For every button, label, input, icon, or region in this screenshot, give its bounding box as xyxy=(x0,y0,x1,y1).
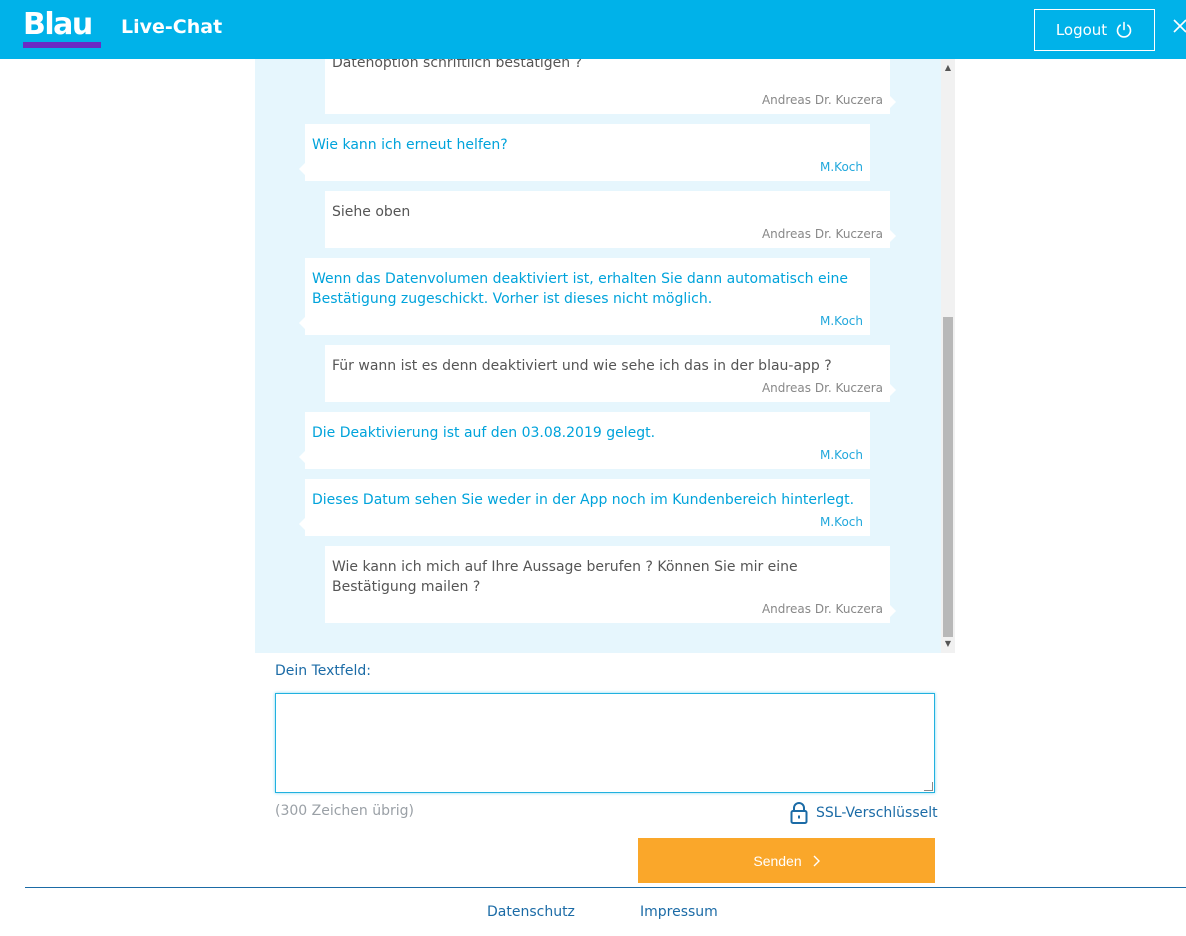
chat-message-user: Wie kann ich mich auf Ihre Aussage beruf… xyxy=(325,546,896,623)
message-text: Datenoption schriftlich bestätigen ? xyxy=(332,59,583,71)
scroll-up-arrow-icon[interactable]: ▲ xyxy=(941,61,955,75)
logout-button[interactable]: Logout xyxy=(1034,9,1155,51)
message-author: Andreas Dr. Kuczera xyxy=(761,93,883,107)
imprint-link[interactable]: Impressum xyxy=(640,904,718,920)
send-button[interactable]: Senden xyxy=(638,838,935,883)
message-text: Siehe oben xyxy=(332,204,411,220)
chevron-right-icon xyxy=(813,855,820,866)
chat-message-agent: Wenn das Datenvolumen deaktiviert ist, e… xyxy=(299,258,870,335)
bubble-tail xyxy=(890,605,896,617)
message-author: M.Koch xyxy=(820,448,863,462)
scrollbar-thumb[interactable] xyxy=(943,317,953,637)
message-author: Andreas Dr. Kuczera xyxy=(761,227,883,241)
bubble-tail xyxy=(299,518,305,530)
chat-message-user: Für wann ist es denn deaktiviert und wie… xyxy=(325,345,896,402)
chat-scrollbar[interactable]: ▲ ▼ xyxy=(941,59,955,653)
bubble-tail xyxy=(299,317,305,329)
power-icon xyxy=(1116,21,1132,38)
message-text: Wie kann ich mich auf Ihre Aussage beruf… xyxy=(332,559,798,595)
page-title: Live-Chat xyxy=(121,16,223,38)
message-author: M.Koch xyxy=(820,160,863,174)
message-author: Andreas Dr. Kuczera xyxy=(761,602,883,616)
message-text: Für wann ist es denn deaktiviert und wie… xyxy=(332,358,832,374)
message-text: Dieses Datum sehen Sie weder in der App … xyxy=(312,492,855,508)
message-author: Andreas Dr. Kuczera xyxy=(761,381,883,395)
bubble-tail xyxy=(299,163,305,175)
close-icon[interactable] xyxy=(1172,16,1186,40)
message-author: M.Koch xyxy=(820,515,863,529)
message-field-label: Dein Textfeld: xyxy=(275,663,371,679)
bubble-tail xyxy=(890,96,896,108)
bubble-tail xyxy=(890,230,896,242)
resize-handle-icon[interactable] xyxy=(924,782,933,791)
message-author: M.Koch xyxy=(820,314,863,328)
message-text: Wenn das Datenvolumen deaktiviert ist, e… xyxy=(312,271,848,307)
logout-label: Logout xyxy=(1055,21,1108,39)
lock-icon xyxy=(790,802,808,824)
message-input[interactable] xyxy=(275,693,935,793)
logo-underline xyxy=(23,42,101,48)
chat-message-agent: Dieses Datum sehen Sie weder in der App … xyxy=(299,479,870,536)
chat-message-agent: Wie kann ich erneut helfen? M.Koch xyxy=(299,124,870,181)
chat-message-user: Datenoption schriftlich bestätigen ? And… xyxy=(325,59,896,114)
chat-message-user: Siehe oben Andreas Dr. Kuczera xyxy=(325,191,896,248)
blau-logo[interactable]: Blau xyxy=(23,10,93,40)
message-text: Die Deaktivierung ist auf den 03.08.2019… xyxy=(312,425,656,441)
bubble-tail xyxy=(890,384,896,396)
scroll-down-arrow-icon[interactable]: ▼ xyxy=(941,637,955,651)
chat-log[interactable]: Datenoption schriftlich bestätigen ? And… xyxy=(255,59,955,653)
bubble-tail xyxy=(299,451,305,463)
message-text: Wie kann ich erneut helfen? xyxy=(312,137,508,153)
ssl-label: SSL-Verschlüsselt xyxy=(816,805,938,821)
top-bar: Blau Live-Chat Logout xyxy=(0,0,1186,59)
send-label: Senden xyxy=(753,852,802,869)
chat-message-agent: Die Deaktivierung ist auf den 03.08.2019… xyxy=(299,412,870,469)
ssl-indicator: SSL-Verschlüsselt xyxy=(790,802,938,824)
privacy-link[interactable]: Datenschutz xyxy=(487,904,575,920)
remaining-characters: (300 Zeichen übrig) xyxy=(275,803,414,819)
footer-divider xyxy=(25,887,1186,888)
